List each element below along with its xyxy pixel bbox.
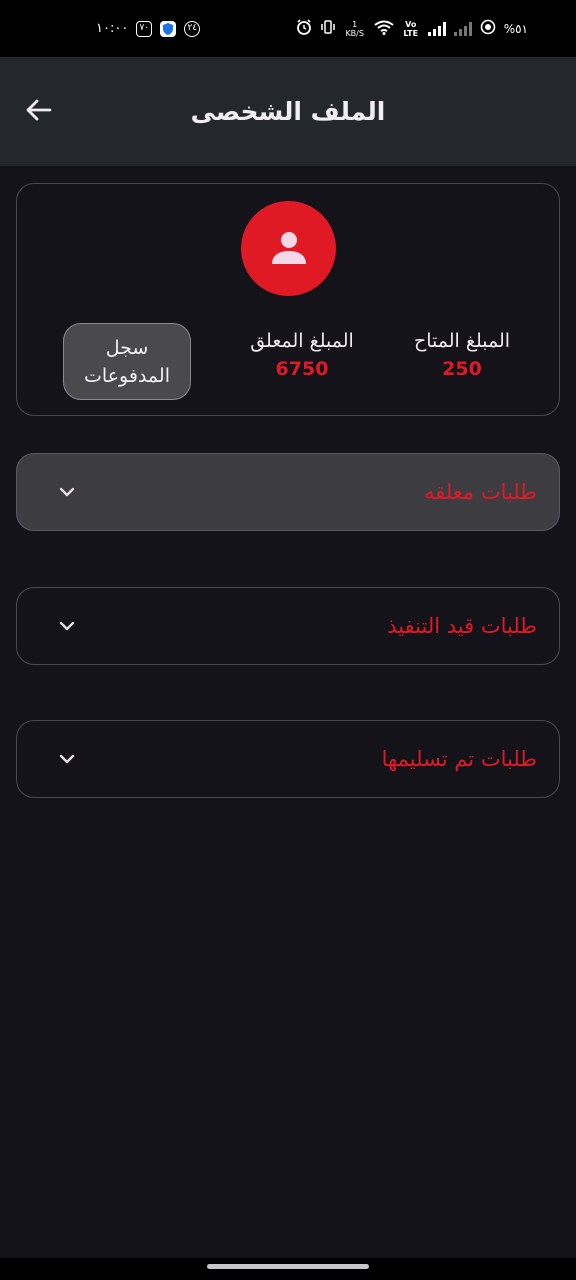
avatar: [241, 201, 336, 296]
alarm-icon: [296, 19, 312, 38]
available-amount-label: المبلغ المتاح: [413, 330, 511, 352]
available-amount: المبلغ المتاح 250: [397, 330, 527, 380]
delivered-orders-label: طلبات تم تسليمها: [381, 747, 537, 771]
status-left: ١٠:٠٠ ٧٠ ٢٤: [96, 20, 201, 37]
signal-icon-2: [453, 21, 472, 36]
app-bar: الملف الشخصى: [0, 57, 576, 166]
delivered-orders-section[interactable]: طلبات تم تسليمها: [16, 720, 560, 798]
pending-amount-label: المبلغ المعلق: [250, 330, 354, 352]
status-app-icon-2: ٢٤: [184, 20, 201, 37]
profile-card: المبلغ المتاح 250 المبلغ المعلق 6750 سجل…: [16, 183, 560, 416]
volte-text: Vo LTE: [403, 19, 419, 38]
available-amount-value: 250: [442, 358, 482, 380]
pending-amount: المبلغ المعلق 6750: [239, 330, 365, 380]
pending-orders-section[interactable]: طلبات معلقه: [16, 453, 560, 531]
in-progress-orders-section[interactable]: طلبات قيد التنفيذ: [16, 587, 560, 665]
net-speed-text: 1 KB/S: [345, 19, 364, 38]
payments-button-line2: المدفوعات: [84, 364, 170, 387]
payments-button-line1: سجل: [105, 336, 149, 359]
back-button[interactable]: [20, 93, 58, 131]
battery-text: %٥١: [503, 21, 528, 36]
signal-icon: [427, 21, 446, 36]
pending-amount-value: 6750: [275, 358, 329, 380]
wifi-icon: [374, 20, 394, 38]
vibrate-icon: [320, 20, 336, 37]
pending-orders-label: طلبات معلقه: [423, 480, 537, 504]
page-title: الملف الشخصى: [190, 97, 386, 126]
status-right: 1 KB/S Vo LTE %٥١: [296, 19, 528, 38]
payments-history-button[interactable]: سجل المدفوعات: [63, 323, 191, 400]
status-app-icon: ٧٠: [136, 20, 153, 37]
hotspot-icon: [480, 19, 496, 38]
arrow-left-icon: [26, 99, 52, 125]
home-indicator[interactable]: [207, 1264, 369, 1269]
chevron-down-icon: [55, 480, 79, 504]
chevron-down-icon: [55, 614, 79, 638]
navigation-bar: [0, 1258, 576, 1280]
person-icon: [269, 227, 309, 271]
status-bar: ١٠:٠٠ ٧٠ ٢٤ 1 KB/S Vo LTE %٥١: [0, 0, 576, 57]
time-text: ١٠:٠٠: [96, 21, 129, 36]
shield-icon: [160, 20, 177, 37]
in-progress-orders-label: طلبات قيد التنفيذ: [387, 614, 537, 638]
chevron-down-icon: [55, 747, 79, 771]
